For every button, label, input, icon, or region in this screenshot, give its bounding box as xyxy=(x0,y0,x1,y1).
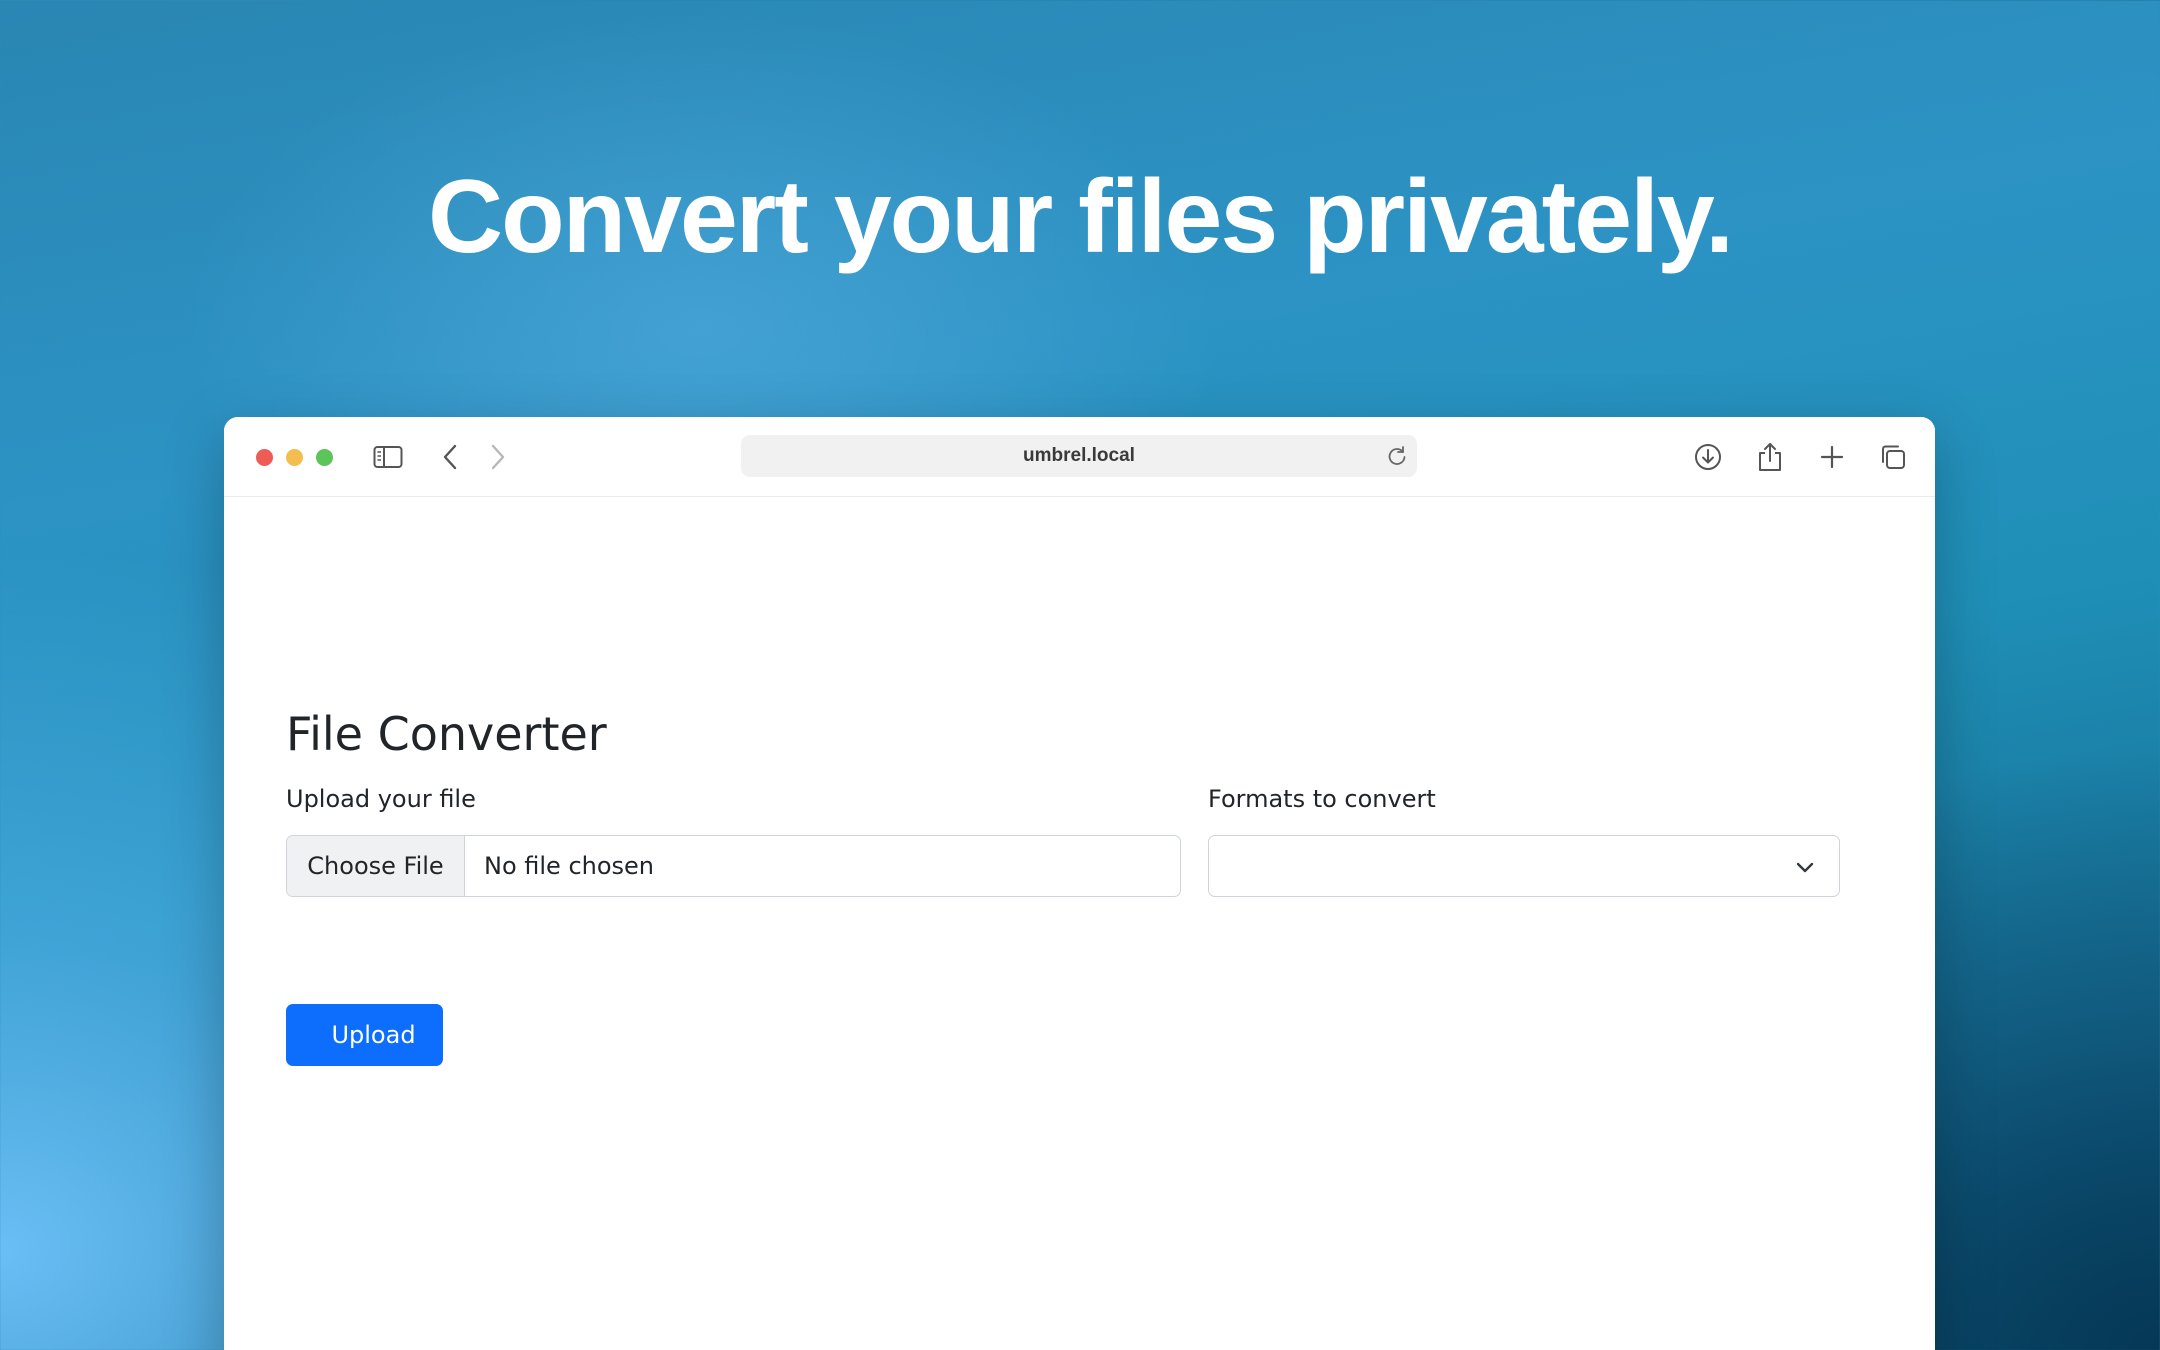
browser-toolbar: umbrel.local xyxy=(224,417,1935,497)
page-content: File Converter Upload your file Formats … xyxy=(224,497,1935,1350)
minimize-window-button[interactable] xyxy=(286,449,303,466)
zoom-window-button[interactable] xyxy=(316,449,333,466)
sidebar-icon[interactable] xyxy=(370,439,406,475)
hero-headline: Convert your files privately. xyxy=(427,159,1734,275)
new-tab-icon[interactable] xyxy=(1814,439,1850,475)
chevron-down-icon xyxy=(1793,855,1817,879)
choose-file-button[interactable]: Choose File xyxy=(287,836,465,896)
upload-button[interactable]: Upload xyxy=(286,1004,443,1066)
download-icon[interactable] xyxy=(1690,439,1726,475)
url-text: umbrel.local xyxy=(1023,445,1135,466)
close-window-button[interactable] xyxy=(256,449,273,466)
browser-window: umbrel.local File Converter Upload your … xyxy=(224,417,1935,1350)
file-input[interactable]: Choose File No file chosen xyxy=(286,835,1181,897)
formats-select[interactable] xyxy=(1208,835,1840,897)
address-bar[interactable]: umbrel.local xyxy=(741,435,1417,477)
formats-label: Formats to convert xyxy=(1208,785,1436,813)
back-icon[interactable] xyxy=(432,439,468,475)
share-icon[interactable] xyxy=(1752,439,1788,475)
reload-icon[interactable] xyxy=(1385,444,1409,468)
tabs-overview-icon[interactable] xyxy=(1875,439,1911,475)
forward-icon[interactable] xyxy=(480,439,516,475)
page-title: File Converter xyxy=(286,707,607,761)
file-status-text: No file chosen xyxy=(484,852,655,880)
upload-file-label: Upload your file xyxy=(286,785,476,813)
